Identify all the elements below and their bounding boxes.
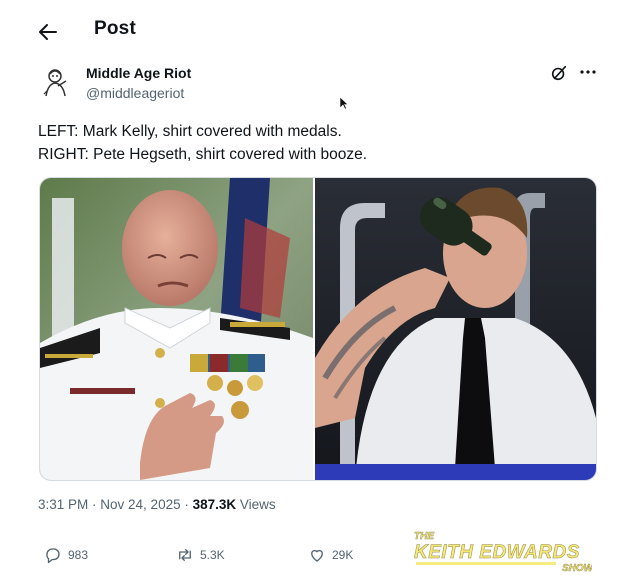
tweet-meta: 3:31 PM · Nov 24, 2025 · 387.3K Views (38, 497, 276, 512)
more-options-icon[interactable] (578, 64, 598, 80)
cartoon-man-avatar-icon (43, 69, 67, 97)
media-grid (39, 177, 597, 481)
author-name[interactable]: Middle Age Riot (86, 65, 191, 81)
arrow-left-icon[interactable] (36, 20, 60, 44)
reply-count: 983 (68, 548, 89, 562)
views-label: Views (236, 497, 276, 512)
watermark-line-1: THE (414, 531, 434, 542)
heart-icon (311, 549, 323, 562)
tweet-date[interactable]: Nov 24, 2025 (100, 497, 180, 512)
post-header: Post (0, 0, 624, 62)
watermark-line-2: KEITH EDWARDS (414, 542, 580, 563)
repost-count: 5.3K (200, 548, 225, 562)
reply-icon (46, 548, 60, 564)
meta-separator: · (88, 497, 101, 512)
tweet-line-2: RIGHT: Pete Hegseth, shirt covered with … (38, 146, 368, 163)
reply-button[interactable]: 983 (44, 546, 88, 564)
avatar[interactable] (38, 64, 74, 100)
tweet-text: LEFT: Mark Kelly, shirt covered with med… (38, 120, 367, 166)
photo-left-uniform[interactable] (40, 178, 313, 480)
mouse-cursor-icon (339, 96, 349, 110)
watermark-line-3: SHOW (562, 563, 592, 573)
show-watermark: THE KEITH EDWARDS SHOW (414, 531, 592, 573)
photo-right-drinking[interactable] (315, 178, 596, 480)
grok-icon[interactable] (550, 64, 568, 82)
page-title: Post (94, 18, 136, 39)
meta-separator: · (180, 497, 193, 512)
views-count: 387.3K (192, 497, 237, 512)
repost-icon (179, 549, 191, 561)
tweet-time[interactable]: 3:31 PM (38, 497, 88, 512)
like-count: 29K (332, 548, 354, 562)
author-handle[interactable]: @middleageriot (86, 85, 184, 101)
repost-button[interactable]: 5.3K (176, 546, 225, 564)
like-button[interactable]: 29K (308, 546, 353, 564)
tweet-line-1: LEFT: Mark Kelly, shirt covered with med… (38, 123, 342, 140)
